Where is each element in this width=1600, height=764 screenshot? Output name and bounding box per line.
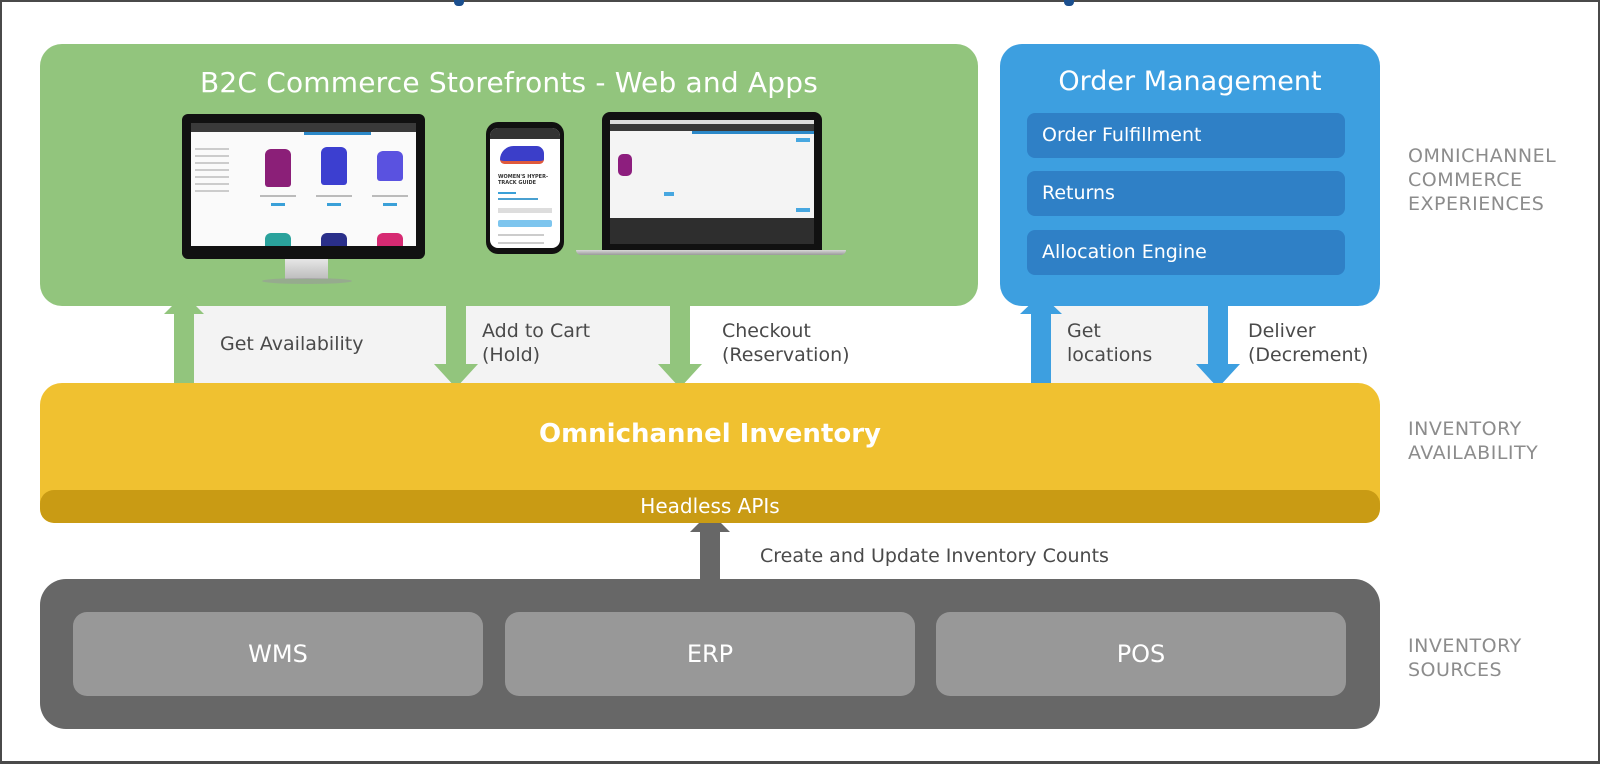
flow-label-get-availability: Get Availability bbox=[220, 332, 363, 356]
phone-product-name: WOMEN'S HYPER-TRACK GUIDE bbox=[498, 174, 549, 186]
tier-label-inventory-sources: INVENTORY SOURCES bbox=[1408, 634, 1522, 682]
om-item-allocation-engine: Allocation Engine bbox=[1027, 230, 1345, 275]
storefront-box: B2C Commerce Storefronts - Web and Apps bbox=[40, 44, 978, 306]
source-erp: ERP bbox=[505, 612, 915, 696]
desktop-monitor-icon bbox=[182, 114, 425, 259]
up-arrow-icon bbox=[164, 294, 204, 386]
flow-label-line: Checkout bbox=[722, 320, 811, 342]
laptop-base bbox=[576, 250, 846, 255]
flow-label-line: (Reservation) bbox=[722, 344, 850, 366]
flow-label-line: (Decrement) bbox=[1248, 344, 1369, 366]
clipped-title-fragment bbox=[454, 0, 464, 6]
tier-label-line: COMMERCE bbox=[1408, 169, 1523, 191]
flow-label-line: locations bbox=[1067, 344, 1153, 366]
flow-label-line: Deliver bbox=[1248, 320, 1316, 342]
down-arrow-icon bbox=[658, 302, 702, 388]
flow-label-add-to-cart: Add to Cart (Hold) bbox=[482, 319, 590, 367]
down-arrow-icon bbox=[434, 302, 478, 388]
storefront-title: B2C Commerce Storefronts - Web and Apps bbox=[199, 66, 819, 99]
diagram-canvas: B2C Commerce Storefronts - Web and Apps bbox=[0, 0, 1600, 764]
mobile-phone-icon: WOMEN'S HYPER-TRACK GUIDE bbox=[486, 122, 564, 254]
omnichannel-inventory-box: Omnichannel Inventory Headless APIs bbox=[40, 383, 1380, 523]
flow-label-checkout: Checkout (Reservation) bbox=[722, 319, 850, 367]
order-management-box: Order Management Order Fulfillment Retur… bbox=[1000, 44, 1380, 306]
om-item-order-fulfillment: Order Fulfillment bbox=[1027, 113, 1345, 158]
laptop-icon bbox=[602, 112, 822, 250]
tier-label-line: INVENTORY bbox=[1408, 635, 1522, 657]
inventory-sources-box: WMS ERP POS bbox=[40, 579, 1380, 729]
order-management-title: Order Management bbox=[1058, 66, 1322, 97]
tier-label-line: EXPERIENCES bbox=[1408, 193, 1545, 215]
flow-label-line: Get bbox=[1067, 320, 1101, 342]
monitor-base bbox=[262, 278, 352, 284]
jacket-product-icon bbox=[321, 147, 347, 185]
source-pos: POS bbox=[936, 612, 1346, 696]
headless-apis-bar: Headless APIs bbox=[40, 490, 1380, 523]
tier-label-line: INVENTORY bbox=[1408, 418, 1522, 440]
om-item-returns: Returns bbox=[1027, 171, 1345, 216]
flow-label-line: Add to Cart bbox=[482, 320, 591, 342]
shoe-product-icon bbox=[500, 146, 544, 164]
tier-label-line: SOURCES bbox=[1408, 659, 1503, 681]
flow-label-create-update-counts: Create and Update Inventory Counts bbox=[760, 544, 1109, 568]
jacket-product-icon bbox=[265, 149, 291, 187]
flow-label-deliver: Deliver (Decrement) bbox=[1248, 319, 1368, 367]
flow-label-line: Get Availability bbox=[220, 333, 364, 355]
flow-label-line: Create and Update Inventory Counts bbox=[760, 545, 1109, 567]
inventory-title: Omnichannel Inventory bbox=[538, 419, 882, 449]
clipped-title-fragment bbox=[1064, 0, 1074, 6]
down-arrow-icon bbox=[1196, 302, 1240, 388]
tier-label-commerce-experiences: OMNICHANNEL COMMERCE EXPERIENCES bbox=[1408, 144, 1556, 216]
source-wms: WMS bbox=[73, 612, 483, 696]
flow-label-get-locations: Get locations bbox=[1067, 319, 1152, 367]
up-arrow-icon bbox=[1020, 294, 1062, 386]
tier-label-inventory-availability: INVENTORY AVAILABILITY bbox=[1408, 417, 1538, 465]
tshirt-product-icon bbox=[377, 151, 403, 181]
monitor-stand bbox=[285, 259, 328, 279]
tier-label-line: OMNICHANNEL bbox=[1408, 145, 1557, 167]
tier-label-line: AVAILABILITY bbox=[1408, 442, 1539, 464]
flow-label-line: (Hold) bbox=[482, 344, 541, 366]
hoodie-product-icon bbox=[618, 154, 632, 176]
